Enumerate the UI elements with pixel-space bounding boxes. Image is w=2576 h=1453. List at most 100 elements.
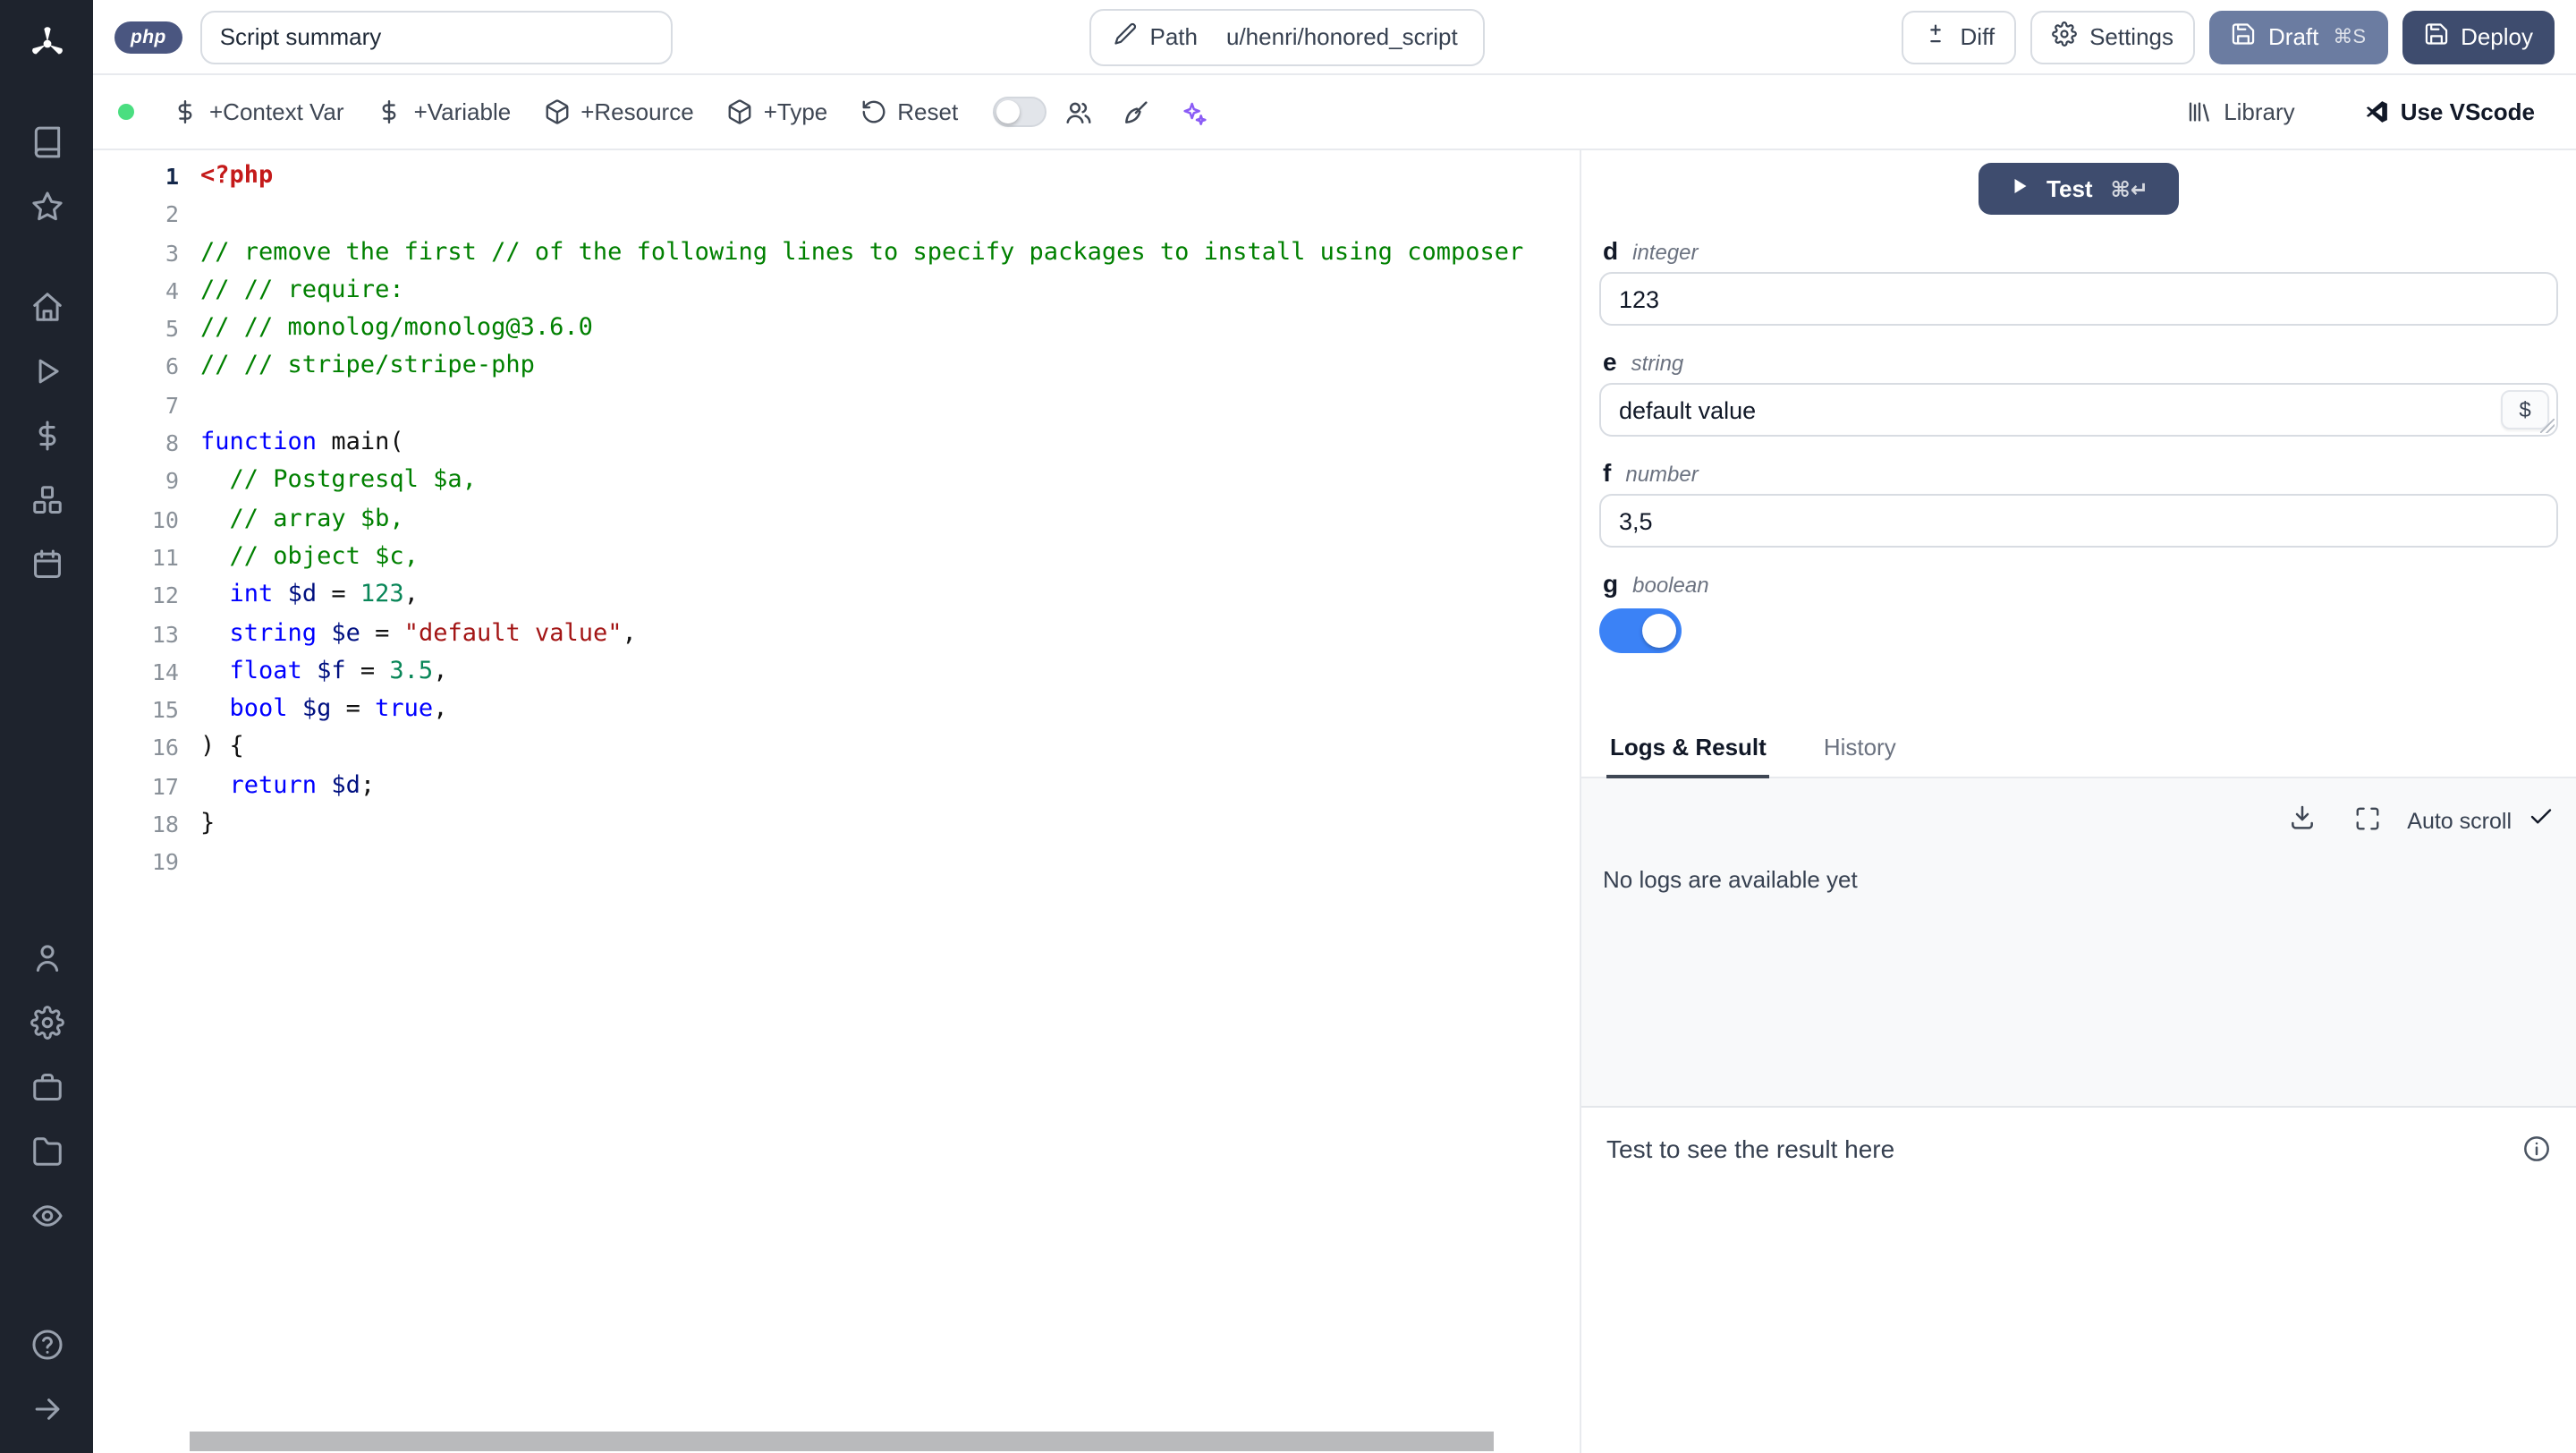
multiplayer-toggle[interactable] [992,97,1046,127]
sidebar-item-boxes[interactable] [14,472,79,526]
auto-scroll-checkbox[interactable] [2528,803,2555,838]
code-line[interactable]: 7 [93,387,1580,425]
script-path-value[interactable]: u/henri/honored_script [1219,23,1483,50]
boxes-icon [32,485,61,513]
settings-button[interactable]: Settings [2030,10,2196,64]
code-line[interactable]: 16) { [93,729,1580,768]
sidebar-item-home[interactable] [14,279,79,333]
help-icon [31,1329,62,1359]
code-line[interactable]: 18} [93,805,1580,844]
code-line[interactable]: 5// // monolog/monolog@3.6.0 [93,310,1580,348]
test-button[interactable]: Test ⌘↵ [1979,163,2179,215]
sidebar-item-star[interactable] [14,179,79,233]
download-logs-button[interactable] [2276,793,2326,848]
use-vscode-button[interactable]: Use VScode [2347,88,2551,136]
sidebar-item-notebook[interactable] [14,115,79,168]
play-icon [38,358,58,383]
line-number: 2 [165,200,179,228]
code-line[interactable]: 11 // object $c, [93,539,1580,577]
vscode-icon [2366,101,2387,123]
add-type-button[interactable]: +Type [710,88,844,136]
sidebar-item-dollar[interactable] [14,408,79,462]
add-context-var-button-label: +Context Var [209,98,344,125]
sidebar-item-arrow-right[interactable] [14,1381,79,1435]
format-code-button[interactable] [1110,87,1160,137]
code-line[interactable]: 15 bool $g = true, [93,691,1580,729]
users-icon [1065,101,1090,123]
ai-assistant-button[interactable] [1167,87,1217,137]
sidebar-item-calendar[interactable] [14,537,79,591]
edit-path-button[interactable]: Path [1091,10,1219,64]
result-info-button[interactable] [2522,1134,2551,1168]
package-icon [545,99,568,124]
code-line[interactable]: 9 // Postgresql $a, [93,463,1580,501]
diff-button[interactable]: Diff [1901,10,2017,64]
tab-history[interactable]: History [1820,719,1900,778]
script-summary-input[interactable] [199,10,673,64]
line-number: 7 [165,391,179,419]
sidebar-item-toolbox[interactable] [14,1059,79,1113]
info-icon [2524,1136,2549,1161]
add-resource-button-label: +Resource [580,98,694,125]
code-line[interactable]: 12 int $d = 123, [93,577,1580,616]
tab-logs-result[interactable]: Logs & Result [1606,719,1770,778]
code-line[interactable]: 10 // array $b, [93,500,1580,539]
add-variable-button[interactable]: +Variable [360,88,528,136]
arg-f-input[interactable] [1599,494,2558,548]
resize-grip[interactable] [2540,419,2555,433]
arg-g-toggle[interactable] [1599,608,1682,653]
sidebar-item-play[interactable] [14,344,79,397]
arg-e-input[interactable] [1599,383,2558,437]
arrow-right-icon [34,1398,59,1419]
add-type-button-label: +Type [763,98,828,125]
brush-icon [1124,100,1147,123]
code-line[interactable]: 19 [93,844,1580,882]
sidebar-item-settings[interactable] [14,995,79,1049]
test-panel: Test ⌘↵ dintegerestring$fnumbergboolean … [1581,150,2576,1453]
line-number: 9 [165,467,179,495]
code-line[interactable]: 2 [93,196,1580,234]
code-line[interactable]: 13 string $e = "default value", [93,615,1580,653]
code-line[interactable]: 8 function main( [93,424,1580,463]
multiplayer-users-button[interactable] [1053,87,1103,137]
arg-d-input[interactable] [1599,272,2558,326]
status-dot [118,104,134,120]
reset-icon [861,100,885,123]
deploy-button[interactable]: Deploy [2402,10,2555,64]
windmill-logo-button[interactable] [14,14,79,72]
code-line[interactable]: 14 float $f = 3.5, [93,653,1580,692]
arg-name: d [1603,236,1619,265]
expand-logs-button[interactable] [2343,794,2391,847]
code-line[interactable]: 6// // stripe/stripe-php [93,348,1580,387]
line-number: 18 [151,811,179,838]
draft-button[interactable]: Draft ⌘S [2209,10,2388,64]
line-number: 14 [151,658,179,685]
sidebar-item-folder[interactable] [14,1124,79,1177]
star-icon [31,191,62,220]
result-placeholder: Test to see the result here [1606,1134,1895,1163]
library-button[interactable]: Library [2170,88,2311,136]
logs-empty-message: No logs are available yet [1603,866,1858,893]
line-number: 4 [165,276,179,304]
horizontal-scrollbar[interactable] [190,1432,1494,1451]
code-editor[interactable]: 1 <?php 2 3// remove the first // of the fo… [93,150,1581,1453]
arg-name: g [1603,569,1619,598]
code-line[interactable]: 1 <?php [93,157,1580,196]
path-section: Path u/henri/honored_script [691,8,1884,65]
topbar-actions: Diff Settings Draft ⌘S Deploy [1901,10,2555,64]
code-line[interactable]: 17 return $d; [93,768,1580,806]
add-context-var-button[interactable]: +Context Var [156,88,360,136]
sidebar-item-user[interactable] [14,930,79,984]
reset-button[interactable]: Reset [843,88,974,136]
sidebar [0,0,93,1453]
sidebar-item-help[interactable] [14,1317,79,1371]
code-line[interactable]: 4// // require: [93,272,1580,310]
line-number: 6 [165,353,179,380]
add-resource-button[interactable]: +Resource [527,88,709,136]
test-row: Test ⌘↵ [1581,150,2576,215]
plus-minus-icon [1929,24,1941,43]
code-line[interactable]: 3// remove the first // of the following… [93,234,1580,272]
notebook-icon [33,125,60,157]
save-icon [2424,23,2447,45]
sidebar-item-eye[interactable] [14,1188,79,1242]
